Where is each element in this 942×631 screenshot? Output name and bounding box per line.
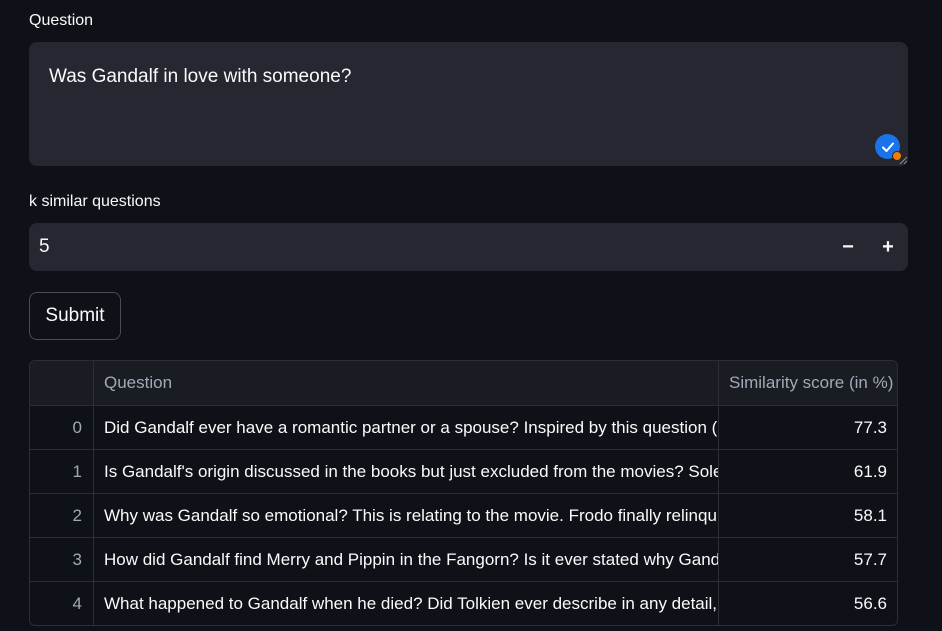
- header-question[interactable]: Question: [94, 361, 719, 405]
- k-number-value[interactable]: 5: [39, 236, 50, 258]
- increment-button[interactable]: +: [876, 235, 900, 259]
- row-question[interactable]: Is Gandalf's origin discussed in the boo…: [94, 450, 719, 493]
- table-row[interactable]: 3 How did Gandalf find Merry and Pippin …: [30, 538, 897, 582]
- question-label: Question: [29, 12, 94, 29]
- row-index: 3: [30, 538, 94, 581]
- row-score[interactable]: 58.1: [719, 494, 897, 537]
- row-index: 1: [30, 450, 94, 493]
- grammar-check-icon[interactable]: [875, 134, 902, 161]
- k-similar-label: k similar questions: [29, 193, 161, 210]
- row-score[interactable]: 77.3: [719, 406, 897, 449]
- results-table: Question Similarity score (in %) 0 Did G…: [29, 360, 898, 626]
- table-row[interactable]: 0 Did Gandalf ever have a romantic partn…: [30, 406, 897, 450]
- header-index[interactable]: [30, 361, 94, 405]
- table-header-row: Question Similarity score (in %): [30, 361, 897, 406]
- row-question[interactable]: Did Gandalf ever have a romantic partner…: [94, 406, 719, 449]
- row-score[interactable]: 61.9: [719, 450, 897, 493]
- row-question[interactable]: What happened to Gandalf when he died? D…: [94, 582, 719, 625]
- row-question[interactable]: How did Gandalf find Merry and Pippin in…: [94, 538, 719, 581]
- checkmark-icon: [881, 142, 894, 152]
- row-question[interactable]: Why was Gandalf so emotional? This is re…: [94, 494, 719, 537]
- resize-handle-icon[interactable]: [898, 155, 908, 165]
- row-index: 2: [30, 494, 94, 537]
- row-score[interactable]: 57.7: [719, 538, 897, 581]
- row-score[interactable]: 56.6: [719, 582, 897, 625]
- submit-button[interactable]: Submit: [29, 292, 121, 340]
- decrement-button[interactable]: −: [836, 235, 860, 259]
- row-index: 0: [30, 406, 94, 449]
- question-textarea[interactable]: Was Gandalf in love with someone?: [29, 42, 908, 166]
- table-row[interactable]: 1 Is Gandalf's origin discussed in the b…: [30, 450, 897, 494]
- app-main: Question Was Gandalf in love with someon…: [0, 0, 942, 631]
- question-text: Was Gandalf in love with someone?: [49, 66, 352, 87]
- table-row[interactable]: 4 What happened to Gandalf when he died?…: [30, 582, 897, 625]
- table-row[interactable]: 2 Why was Gandalf so emotional? This is …: [30, 494, 897, 538]
- row-index: 4: [30, 582, 94, 625]
- k-number-input[interactable]: 5 − +: [29, 223, 908, 271]
- header-similarity[interactable]: Similarity score (in %): [719, 361, 897, 405]
